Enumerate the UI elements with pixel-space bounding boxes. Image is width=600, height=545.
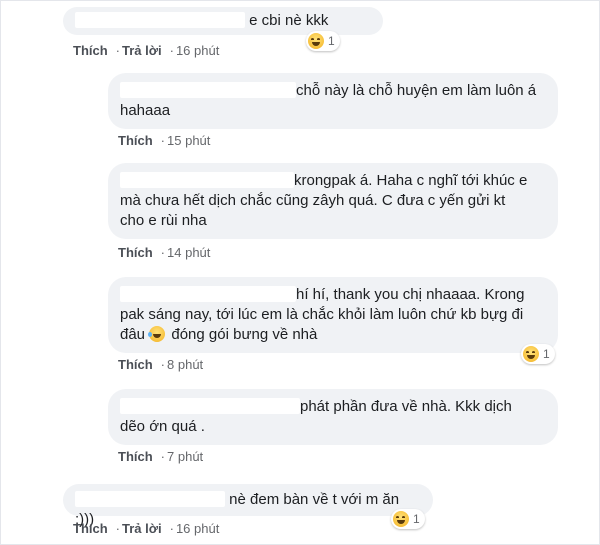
comment-actions: Thích · Trả lời · 16 phút bbox=[73, 43, 225, 58]
reaction-count: 1 bbox=[413, 512, 420, 526]
comment-bubble: nè đem bàn về t với m ăn :))) bbox=[63, 484, 433, 528]
reaction-badge[interactable]: 1 bbox=[391, 509, 425, 529]
comment-text-line-1: hí hí, thank you chị nhaaaa. Krong bbox=[296, 286, 525, 303]
like-link[interactable]: Thích bbox=[118, 449, 153, 464]
separator-dot: · bbox=[160, 357, 166, 372]
comment-bubble: krongpak á. Haha c nghĩ tới khúc e mà ch… bbox=[108, 163, 558, 239]
comment-text-line-2: mà chưa hết dịch chắc cũng zâyh quá. C đ… bbox=[120, 192, 506, 209]
reaction-badge[interactable]: 1 bbox=[521, 344, 555, 364]
comment-timestamp[interactable]: 15 phút bbox=[167, 133, 210, 148]
comment-text-line-1: chỗ này là chỗ huyện em làm luôn á bbox=[296, 82, 537, 99]
haha-reaction-icon bbox=[308, 33, 324, 49]
comment-text-line-3-end: đóng gói bưng về nhà bbox=[171, 326, 318, 343]
separator-dot: · bbox=[160, 245, 166, 260]
separator-dot: · bbox=[115, 521, 121, 536]
comment-thread: e cbi nè kkk 1 Thích · Trả lời · 16 phút chỗ… bbox=[0, 0, 600, 545]
comment-timestamp[interactable]: 7 phút bbox=[167, 449, 203, 464]
author-name-redacted[interactable] bbox=[120, 172, 294, 188]
comment-text-line-2: dẽo ớn quá . bbox=[120, 418, 205, 435]
separator-dot: · bbox=[160, 133, 166, 148]
comment-text-line-2: hahaaa bbox=[120, 102, 171, 119]
comment-text-line-3-start: đâu bbox=[120, 326, 146, 343]
comment-bubble: hí hí, thank you chị nhaaaa. Krong pak s… bbox=[108, 277, 558, 353]
comment-bubble: chỗ này là chỗ huyện em làm luôn á hahaa… bbox=[108, 73, 558, 129]
reply-link[interactable]: Trả lời bbox=[122, 521, 162, 536]
comment-timestamp[interactable]: 8 phút bbox=[167, 357, 203, 372]
comment-bubble: phát phần đưa về nhà. Kkk dịch dẽo ớn qu… bbox=[108, 389, 558, 445]
reply-link[interactable]: Trả lời bbox=[122, 43, 162, 58]
reaction-badge[interactable]: 1 bbox=[306, 31, 340, 51]
comment-text-line-2: pak sáng nay, tới lúc em là chắc khỏi là… bbox=[120, 306, 524, 323]
comment-actions: Thích · Trả lời · 16 phút bbox=[73, 521, 225, 536]
comment-text-line-3: cho e rùi nha bbox=[120, 212, 207, 229]
like-link[interactable]: Thích bbox=[73, 521, 108, 536]
comment-text: e cbi nè kkk bbox=[249, 12, 329, 29]
like-link[interactable]: Thích bbox=[118, 133, 153, 148]
comment-bubble: e cbi nè kkk bbox=[63, 7, 383, 35]
comment-actions: Thích · 15 phút bbox=[118, 133, 216, 148]
author-name-redacted[interactable] bbox=[75, 12, 245, 28]
separator-dot: · bbox=[160, 449, 166, 464]
comment-actions: Thích · 7 phút bbox=[118, 449, 209, 464]
haha-reaction-icon bbox=[523, 346, 539, 362]
comment-text-line-1: phát phần đưa về nhà. Kkk dịch bbox=[300, 398, 512, 415]
author-name-redacted[interactable] bbox=[75, 491, 225, 507]
laughing-tears-emoji-icon bbox=[148, 326, 166, 342]
comment-actions: Thích · 14 phút bbox=[118, 245, 216, 260]
comment-timestamp[interactable]: 14 phút bbox=[167, 245, 210, 260]
separator-dot: · bbox=[169, 521, 174, 536]
comment-actions: Thích · 8 phút bbox=[118, 357, 209, 372]
author-name-redacted[interactable] bbox=[120, 286, 296, 302]
author-name-redacted[interactable] bbox=[120, 398, 300, 414]
reaction-count: 1 bbox=[328, 34, 335, 48]
comment-timestamp[interactable]: 16 phút bbox=[176, 43, 219, 58]
comment-timestamp[interactable]: 16 phút bbox=[176, 521, 219, 536]
like-link[interactable]: Thích bbox=[118, 245, 153, 260]
separator-dot: · bbox=[169, 43, 174, 58]
reaction-count: 1 bbox=[543, 347, 550, 361]
haha-reaction-icon bbox=[393, 511, 409, 527]
like-link[interactable]: Thích bbox=[118, 357, 153, 372]
separator-dot: · bbox=[115, 43, 121, 58]
author-name-redacted[interactable] bbox=[120, 82, 296, 98]
comment-text-line-1: krongpak á. Haha c nghĩ tới khúc e bbox=[294, 172, 528, 189]
like-link[interactable]: Thích bbox=[73, 43, 108, 58]
